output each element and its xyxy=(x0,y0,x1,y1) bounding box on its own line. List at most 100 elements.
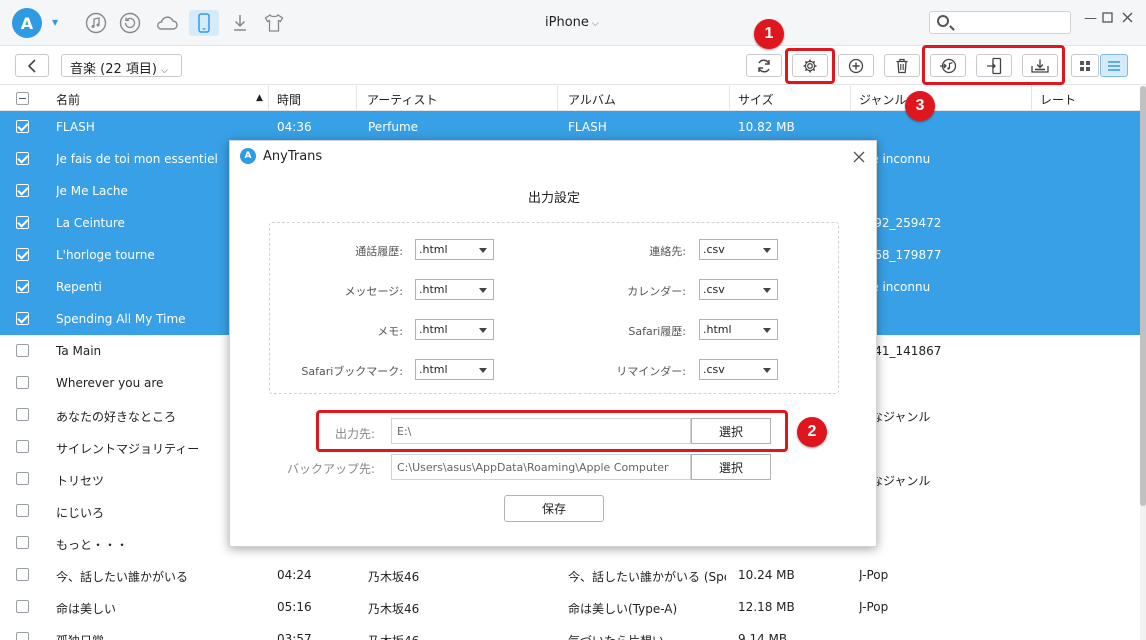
table-row[interactable]: 命は美しい 05:16 乃木坂46 命は美しい(Type-A) 12.18 MB J-Po… xyxy=(0,591,1140,623)
row-checkbox[interactable] xyxy=(16,280,29,293)
refresh-icon xyxy=(758,59,770,72)
row-checkbox[interactable] xyxy=(16,344,29,357)
search-box[interactable] xyxy=(929,11,1071,34)
music-note-icon[interactable] xyxy=(84,11,108,35)
table-row[interactable]: 孤独日常 03:57 乃木坂46 気づいたら片想い 9.14 MB xyxy=(0,623,1140,640)
column-header-time[interactable]: 時間 xyxy=(277,91,301,108)
format-select-contacts[interactable]: .csv xyxy=(699,239,778,260)
row-checkbox[interactable] xyxy=(16,152,29,165)
search-icon xyxy=(937,15,949,27)
cell-time: 03:57 xyxy=(277,632,312,640)
format-select-notes[interactable]: .html xyxy=(415,319,494,340)
tshirt-icon[interactable] xyxy=(262,11,286,35)
format-select-messages[interactable]: .html xyxy=(415,279,494,300)
scrollbar-thumb[interactable] xyxy=(1140,86,1146,506)
row-checkbox[interactable] xyxy=(16,568,29,581)
logo-menu-caret-icon[interactable]: ▼ xyxy=(52,18,58,27)
cell-size: 12.18 MB xyxy=(738,600,795,614)
column-header-name[interactable]: 名前 xyxy=(56,91,80,108)
cell-name: Repenti xyxy=(56,280,102,294)
dropdown-arrow-icon xyxy=(763,288,771,293)
dropdown-arrow-icon xyxy=(479,368,487,373)
category-dropdown[interactable]: 音楽 (22 項目) ⌵ xyxy=(61,54,182,77)
backup-path-field[interactable]: C:\Users\asus\AppData\Roaming\Apple Comp… xyxy=(391,454,691,480)
format-select-calendar[interactable]: .csv xyxy=(699,279,778,300)
column-header-rating[interactable]: レート xyxy=(1040,91,1076,108)
save-button[interactable]: 保存 xyxy=(504,495,604,522)
cell-genre: 明なジャンル xyxy=(859,410,931,424)
sort-asc-icon: ▲ xyxy=(256,93,263,103)
cell-genre: OP xyxy=(859,536,1029,550)
row-checkbox[interactable] xyxy=(16,184,29,197)
format-select-safari-bookmarks[interactable]: .html xyxy=(415,359,494,380)
step-badge-3: 3 xyxy=(905,91,935,121)
device-icon[interactable] xyxy=(189,10,219,36)
row-checkbox[interactable] xyxy=(16,408,29,421)
back-button[interactable] xyxy=(15,54,49,77)
highlight-export-buttons-box xyxy=(922,45,1065,85)
row-checkbox[interactable] xyxy=(16,312,29,325)
add-button[interactable] xyxy=(838,54,874,77)
column-header-artist[interactable]: アーティスト xyxy=(367,91,438,108)
cell-genre: 8868_179877 xyxy=(859,248,942,262)
dialog-heading: 出力設定 xyxy=(527,191,580,206)
cell-album: FLASH xyxy=(568,120,607,134)
cell-genre: op xyxy=(859,440,1029,454)
dropdown-arrow-icon xyxy=(479,288,487,293)
cell-album: 今、話したい誰かがいる (Spe... xyxy=(568,570,726,584)
column-header-size[interactable]: サイズ xyxy=(738,91,774,108)
list-view-button[interactable] xyxy=(1100,54,1128,77)
cell-name: もっと・・・ xyxy=(56,538,129,552)
cell-name: Ta Main xyxy=(56,344,102,358)
anytrans-logo-icon[interactable]: A xyxy=(12,8,42,38)
delete-button[interactable] xyxy=(884,54,920,77)
format-select-safari-history[interactable]: .html xyxy=(699,319,778,340)
row-checkbox[interactable] xyxy=(16,248,29,261)
vertical-scrollbar[interactable] xyxy=(1140,86,1146,640)
format-value: .html xyxy=(419,243,448,256)
cloud-icon[interactable] xyxy=(155,11,179,35)
minimize-button[interactable]: — xyxy=(1084,11,1097,26)
history-icon[interactable] xyxy=(118,11,142,35)
row-checkbox[interactable] xyxy=(16,472,29,485)
cell-size: 9.14 MB xyxy=(738,632,788,640)
dialog-close-button[interactable] xyxy=(853,145,865,168)
add-icon xyxy=(848,58,864,73)
row-checkbox[interactable] xyxy=(16,504,29,517)
row-checkbox[interactable] xyxy=(16,632,29,640)
cell-name: L'horloge tourne xyxy=(56,248,155,262)
search-input[interactable] xyxy=(956,14,1066,31)
close-icon xyxy=(853,151,865,163)
cell-name: FLASH xyxy=(56,120,95,134)
row-checkbox[interactable] xyxy=(16,600,29,613)
cell-album: 気づいたら片想い xyxy=(568,632,726,640)
table-row[interactable]: 今、話したい誰かがいる 04:24 乃木坂46 今、話したい誰かがいる (Spe...… xyxy=(0,559,1140,591)
device-selector[interactable]: iPhone ⌵ xyxy=(545,15,599,30)
row-checkbox[interactable] xyxy=(16,120,29,133)
cell-time: 05:16 xyxy=(277,600,312,614)
table-row[interactable]: FLASH 04:36 Perfume FLASH 10.82 MB xyxy=(0,111,1140,143)
column-header-album[interactable]: アルバム xyxy=(568,91,616,108)
row-checkbox[interactable] xyxy=(16,536,29,549)
column-header-genre[interactable]: ジャンル xyxy=(859,91,906,108)
cell-genre: nre inconnu xyxy=(859,152,931,166)
table-header: 名前 ▲ 時間 アーティスト アルバム サイズ ジャンル レート xyxy=(0,86,1140,111)
cell-name: La Ceinture xyxy=(56,216,125,230)
format-select-call-history[interactable]: .html xyxy=(415,239,494,260)
row-checkbox[interactable] xyxy=(16,376,29,389)
row-checkbox[interactable] xyxy=(16,216,29,229)
grid-view-button[interactable] xyxy=(1071,54,1099,77)
refresh-button[interactable] xyxy=(746,54,782,77)
download-icon[interactable] xyxy=(228,11,252,35)
backup-path-label: バックアップ先: xyxy=(286,462,375,476)
device-name: iPhone xyxy=(545,15,589,30)
backup-choose-button[interactable]: 選択 xyxy=(691,454,771,480)
maximize-button[interactable] xyxy=(1102,12,1113,27)
format-select-reminders[interactable]: .csv xyxy=(699,359,778,380)
format-label-reminders: リマインダー: xyxy=(616,365,686,378)
cell-size: 10.82 MB xyxy=(738,120,795,134)
close-window-button[interactable] xyxy=(1122,12,1133,27)
select-all-checkbox[interactable] xyxy=(16,92,29,105)
dropdown-arrow-icon xyxy=(479,248,487,253)
row-checkbox[interactable] xyxy=(16,440,29,453)
